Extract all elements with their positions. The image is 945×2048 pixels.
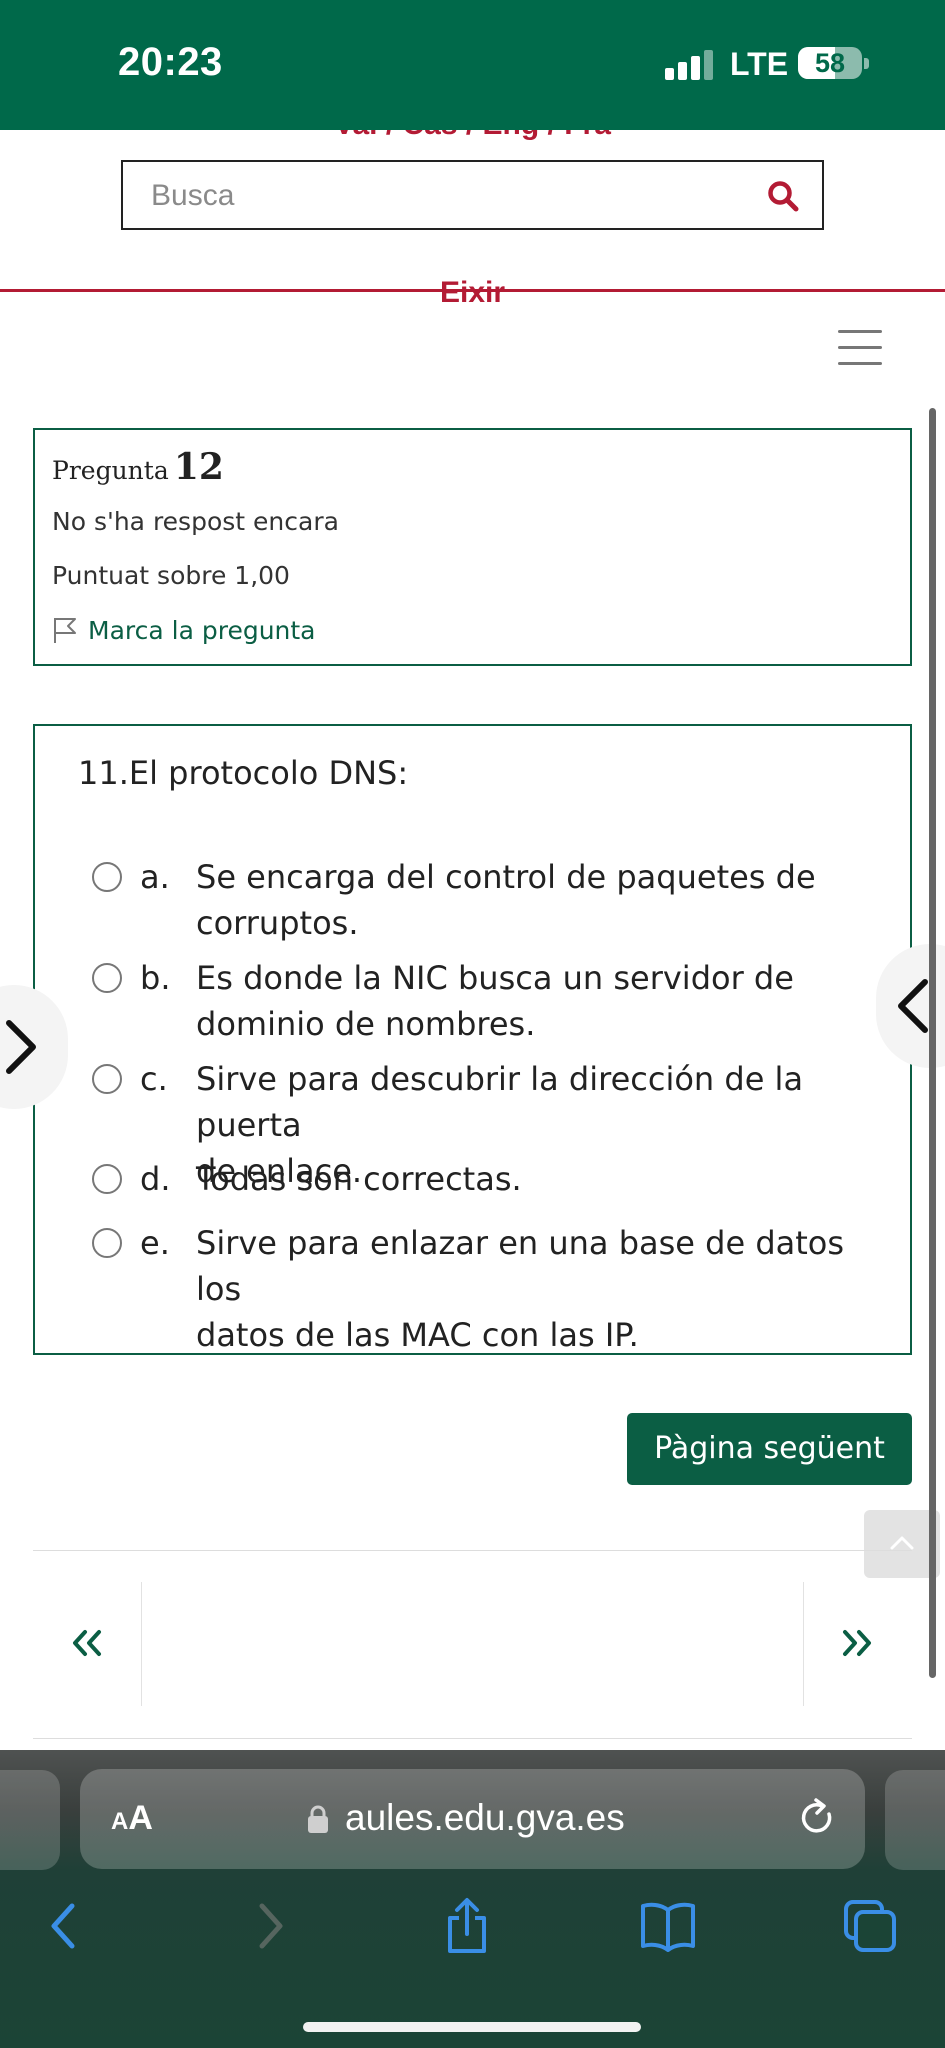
bookmarks-icon[interactable] [638,1896,698,1956]
question-score: Puntuat sobre 1,00 [52,561,290,590]
answer-line: Sirve para descubrir la dirección de la … [196,1060,804,1144]
answer-line: datos de las MAC con las IP. [196,1316,639,1354]
question-content: 11.El protocolo DNS: a. Se encarga del c… [33,724,912,1355]
battery-percent: 58 [814,48,846,78]
tabs-icon[interactable] [840,1896,900,1956]
signal-icon [665,50,715,80]
divider [33,1738,912,1739]
status-time: 20:23 [118,40,223,84]
flag-icon [54,618,76,643]
network-type: LTE [730,46,789,82]
answer-letter: b. [140,959,171,997]
question-number: Pregunta 12 [52,446,224,488]
answer-text: Es donde la NIC busca un servidor de dom… [196,955,892,1047]
next-page-button[interactable]: Pàgina següent [627,1413,912,1485]
question-number-value: 12 [173,446,224,488]
answer-text: Sirve para enlazar en una base de datos … [196,1220,892,1358]
page: { "status_bar": { "time": "20:23", "netw… [0,0,945,2048]
divider [141,1582,142,1706]
answer-letter: e. [140,1224,170,1262]
hamburger-icon[interactable] [838,330,882,366]
answer-option-e[interactable]: e. Sirve para enlazar en una base de dat… [92,1220,892,1358]
divider [33,1550,912,1551]
question-status: No s'ha respost encara [52,507,339,536]
adjacent-tab[interactable] [0,1770,60,1870]
answer-text: Todas son correctas. [196,1156,892,1202]
answer-line: Es donde la NIC busca un servidor de [196,959,794,997]
radio-button[interactable] [92,1064,122,1094]
chevron-right-icon [6,1020,36,1074]
answer-option-d[interactable]: d. Todas son correctas. [92,1156,892,1202]
answer-line: corruptos. [196,904,359,942]
radio-button[interactable] [92,1164,122,1194]
question-label: Pregunta [52,456,169,485]
answer-line: Se encarga del control de paquetes de [196,858,816,896]
divider [803,1582,804,1706]
answer-text: Se encarga del control de paquetes de co… [196,854,892,946]
home-indicator [303,2022,641,2032]
flag-question-link[interactable]: Marca la pregunta [52,614,316,646]
share-icon[interactable] [437,1896,497,1956]
address-bar[interactable]: AA aules.edu.gva.es [80,1769,865,1869]
question-text: 11.El protocolo DNS: [78,754,409,792]
flag-label: Marca la pregunta [88,615,316,645]
back-icon[interactable] [34,1896,94,1956]
adjacent-tab[interactable] [885,1770,945,1870]
double-chevron-left-icon[interactable] [70,1628,104,1658]
search-input[interactable] [151,174,741,218]
radio-button[interactable] [92,862,122,892]
chevron-left-icon [898,979,928,1033]
battery-cap [864,58,869,69]
answer-line: dominio de nombres. [196,1005,536,1043]
scrollbar[interactable] [929,408,936,1678]
url-text[interactable]: aules.edu.gva.es [345,1797,625,1839]
double-chevron-right-icon[interactable] [840,1628,874,1658]
answer-option-a[interactable]: a. Se encarga del control de paquetes de… [92,854,892,946]
browser-toolbar: AA aules.edu.gva.es [0,1750,945,2048]
search-icon[interactable] [766,179,800,213]
page-settings-button[interactable]: AA [111,1799,153,1838]
aa-big: A [128,1799,153,1837]
battery-icon: 58 [798,47,862,79]
status-bar: 20:23 LTE 58 [0,0,945,130]
exit-link[interactable]: Eixir [0,276,945,310]
answer-line: Todas son correctas. [196,1160,522,1198]
aa-small: A [111,1808,129,1835]
answer-line: Sirve para enlazar en una base de datos … [196,1224,845,1308]
lock-icon [308,1805,328,1833]
radio-button[interactable] [92,1228,122,1258]
answer-option-b[interactable]: b. Es donde la NIC busca un servidor de … [92,955,892,1047]
forward-icon[interactable] [240,1896,300,1956]
reload-icon[interactable] [798,1797,838,1841]
radio-button[interactable] [92,963,122,993]
answer-letter: a. [140,858,170,896]
answer-letter: d. [140,1160,171,1198]
question-info: Pregunta 12 No s'ha respost encara Puntu… [33,428,912,666]
search-box [121,160,824,230]
